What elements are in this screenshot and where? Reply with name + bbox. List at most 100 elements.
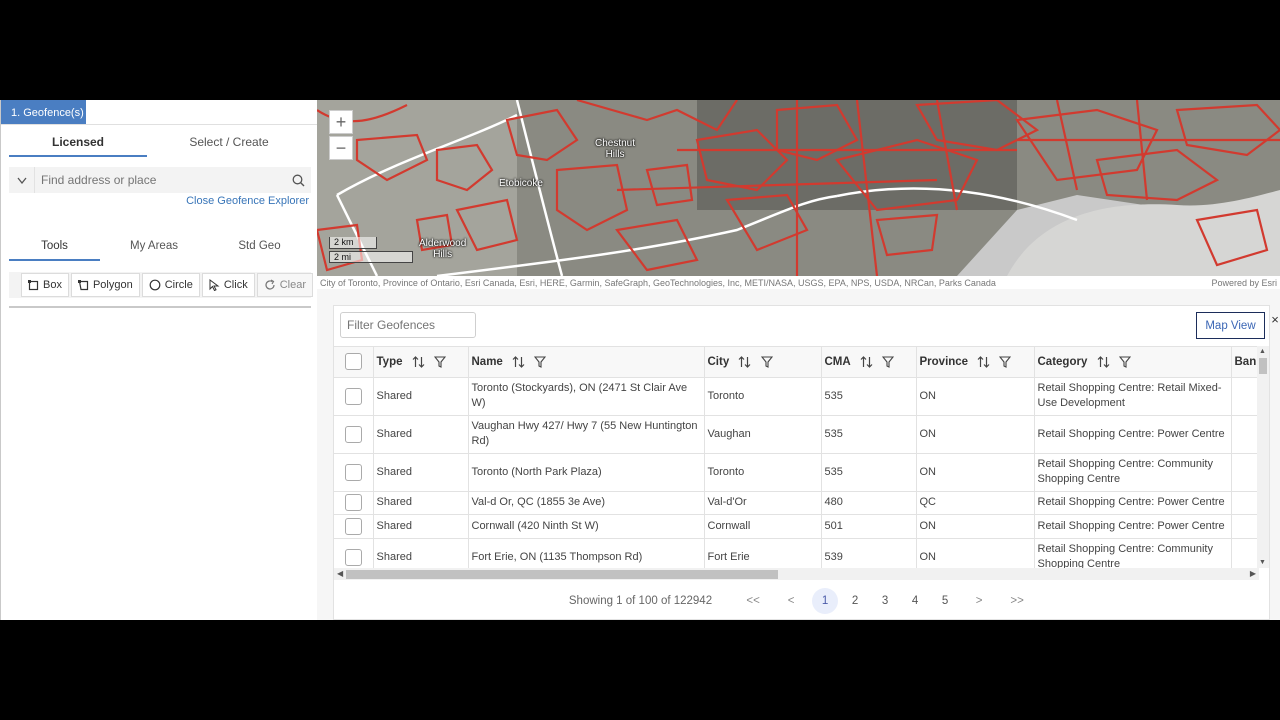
row-checkbox[interactable] xyxy=(344,387,362,405)
box-tool-label: Box xyxy=(43,279,62,291)
cell-province: ON xyxy=(916,453,1035,492)
page-button-2[interactable]: 2 xyxy=(842,588,868,614)
table-row[interactable]: Shared Val-d Or, QC (1855 3e Ave) Val-d'… xyxy=(334,491,1259,515)
tab-my-areas[interactable]: My Areas xyxy=(100,231,208,261)
attribution-text: City of Toronto, Province of Ontario, Es… xyxy=(320,277,996,288)
scroll-left-icon[interactable]: ◀ xyxy=(337,569,343,578)
horizontal-scrollbar[interactable]: ◀ ▶ xyxy=(334,568,1259,580)
first-page-button[interactable]: << xyxy=(740,588,766,614)
cell-category: Retail Shopping Centre: Community Shoppi… xyxy=(1034,538,1232,568)
cell-city: Fort Erie xyxy=(704,538,822,568)
tab-std-geo[interactable]: Std Geo xyxy=(208,231,311,261)
vertical-scrollbar[interactable]: ▲ ▼ xyxy=(1257,346,1269,568)
last-page-button[interactable]: >> xyxy=(1004,588,1030,614)
sort-icon[interactable] xyxy=(412,355,425,368)
table-row[interactable]: Shared Cornwall (420 Ninth St W) Cornwal… xyxy=(334,514,1259,539)
zoom-out-button[interactable]: − xyxy=(329,136,353,160)
geofence-grid: Map View × Type Name City xyxy=(333,305,1279,620)
cell-type: Shared xyxy=(373,415,469,454)
map-view[interactable]: + − Chestnut Hills Etobicoke Alderwood H… xyxy=(317,100,1280,276)
cell-cma: 535 xyxy=(821,453,917,492)
clear-tool-button[interactable]: Clear xyxy=(256,273,313,297)
map-attribution: City of Toronto, Province of Ontario, Es… xyxy=(317,276,1280,289)
sort-icon[interactable] xyxy=(738,355,751,368)
row-checkbox[interactable] xyxy=(344,425,362,443)
page-button-3[interactable]: 3 xyxy=(872,588,898,614)
row-checkbox[interactable] xyxy=(344,463,362,481)
prev-page-button[interactable]: < xyxy=(778,588,804,614)
box-tool-button[interactable]: Box xyxy=(21,273,69,297)
row-select-cell xyxy=(334,538,374,568)
column-label: CMA xyxy=(824,355,851,368)
step-tab-geofences[interactable]: 1. Geofence(s) xyxy=(1,100,86,125)
filter-icon[interactable] xyxy=(999,356,1012,368)
cell-cma: 539 xyxy=(821,538,917,568)
map-view-button[interactable]: Map View xyxy=(1196,312,1265,339)
table-row[interactable]: Shared Toronto (Stockyards), ON (2471 St… xyxy=(334,377,1259,416)
row-checkbox[interactable] xyxy=(344,548,362,566)
tab-tools[interactable]: Tools xyxy=(9,231,100,261)
sort-icon[interactable] xyxy=(860,355,873,368)
row-checkbox[interactable] xyxy=(344,517,362,535)
license-tabs: Licensed Select / Create xyxy=(9,127,311,157)
filter-icon[interactable] xyxy=(1118,356,1131,368)
filter-icon[interactable] xyxy=(760,356,773,368)
scroll-up-icon[interactable]: ▲ xyxy=(1259,348,1266,355)
filter-icon[interactable] xyxy=(433,356,446,368)
polygon-tool-button[interactable]: Polygon xyxy=(70,273,140,297)
table-row[interactable]: Shared Toronto (North Park Plaza) Toront… xyxy=(334,453,1259,492)
column-header-province: Province xyxy=(916,347,1035,378)
table-row[interactable]: Shared Vaughan Hwy 427/ Hwy 7 (55 New Hu… xyxy=(334,415,1259,454)
scroll-right-icon[interactable]: ▶ xyxy=(1250,569,1256,578)
scroll-thumb[interactable] xyxy=(346,570,778,579)
close-icon[interactable]: × xyxy=(1269,312,1280,327)
search-source-dropdown[interactable] xyxy=(9,167,35,193)
cell-cma: 535 xyxy=(821,377,917,416)
chevron-down-icon xyxy=(16,177,27,184)
zoom-in-button[interactable]: + xyxy=(329,110,353,134)
cell-category: Retail Shopping Centre: Retail Mixed-Use… xyxy=(1034,377,1232,416)
geofence-table: Type Name City CMA Province Category Ban… xyxy=(334,346,1259,568)
clear-tool-label: Clear xyxy=(279,279,306,291)
close-geofence-explorer-link[interactable]: Close Geofence Explorer xyxy=(186,195,309,207)
sort-icon[interactable] xyxy=(977,355,990,368)
column-header-name: Name xyxy=(468,347,705,378)
page-button-5[interactable]: 5 xyxy=(932,588,958,614)
scale-bar-km: 2 km xyxy=(329,237,377,249)
map-label-etobicoke: Etobicoke xyxy=(499,178,543,189)
cell-name: Vaughan Hwy 427/ Hwy 7 (55 New Huntingto… xyxy=(468,415,705,454)
search-button[interactable] xyxy=(285,167,311,193)
filter-icon[interactable] xyxy=(882,356,895,368)
table-row[interactable]: Shared Fort Erie, ON (1135 Thompson Rd) … xyxy=(334,538,1259,568)
cursor-icon xyxy=(209,279,220,291)
scale-bar-mi: 2 mi xyxy=(329,251,413,263)
click-tool-button[interactable]: Click xyxy=(201,273,255,297)
sort-icon[interactable] xyxy=(512,355,525,368)
scroll-thumb[interactable] xyxy=(1259,358,1267,374)
filter-geofences-input[interactable] xyxy=(340,312,476,338)
tab-licensed[interactable]: Licensed xyxy=(9,127,147,157)
column-label: Ban xyxy=(1234,355,1257,368)
select-all-cell xyxy=(334,347,374,378)
table-header: Type Name City CMA Province Category Ban xyxy=(334,347,1259,378)
filter-icon[interactable] xyxy=(534,356,547,368)
powered-by-esri[interactable]: Powered by Esri xyxy=(1211,278,1277,288)
sort-icon[interactable] xyxy=(1097,355,1110,368)
cell-city: Toronto xyxy=(704,377,822,416)
divider xyxy=(1,124,318,125)
next-page-button[interactable]: > xyxy=(966,588,992,614)
search-input[interactable] xyxy=(35,167,285,193)
row-checkbox[interactable] xyxy=(344,494,362,511)
map-label-alderwood: Alderwood Hills xyxy=(419,238,467,260)
page-button-4[interactable]: 4 xyxy=(902,588,928,614)
search-icon xyxy=(292,174,304,186)
select-all-checkbox[interactable] xyxy=(344,353,362,371)
circle-tool-button[interactable]: Circle xyxy=(141,273,200,297)
tool-tabs: Tools My Areas Std Geo xyxy=(9,231,311,261)
page-button-1[interactable]: 1 xyxy=(812,588,839,614)
cell-cma: 480 xyxy=(821,491,917,515)
circle-icon xyxy=(149,279,161,291)
circle-tool-label: Circle xyxy=(164,279,193,291)
tab-select-create[interactable]: Select / Create xyxy=(147,127,311,157)
scroll-down-icon[interactable]: ▼ xyxy=(1259,559,1266,566)
